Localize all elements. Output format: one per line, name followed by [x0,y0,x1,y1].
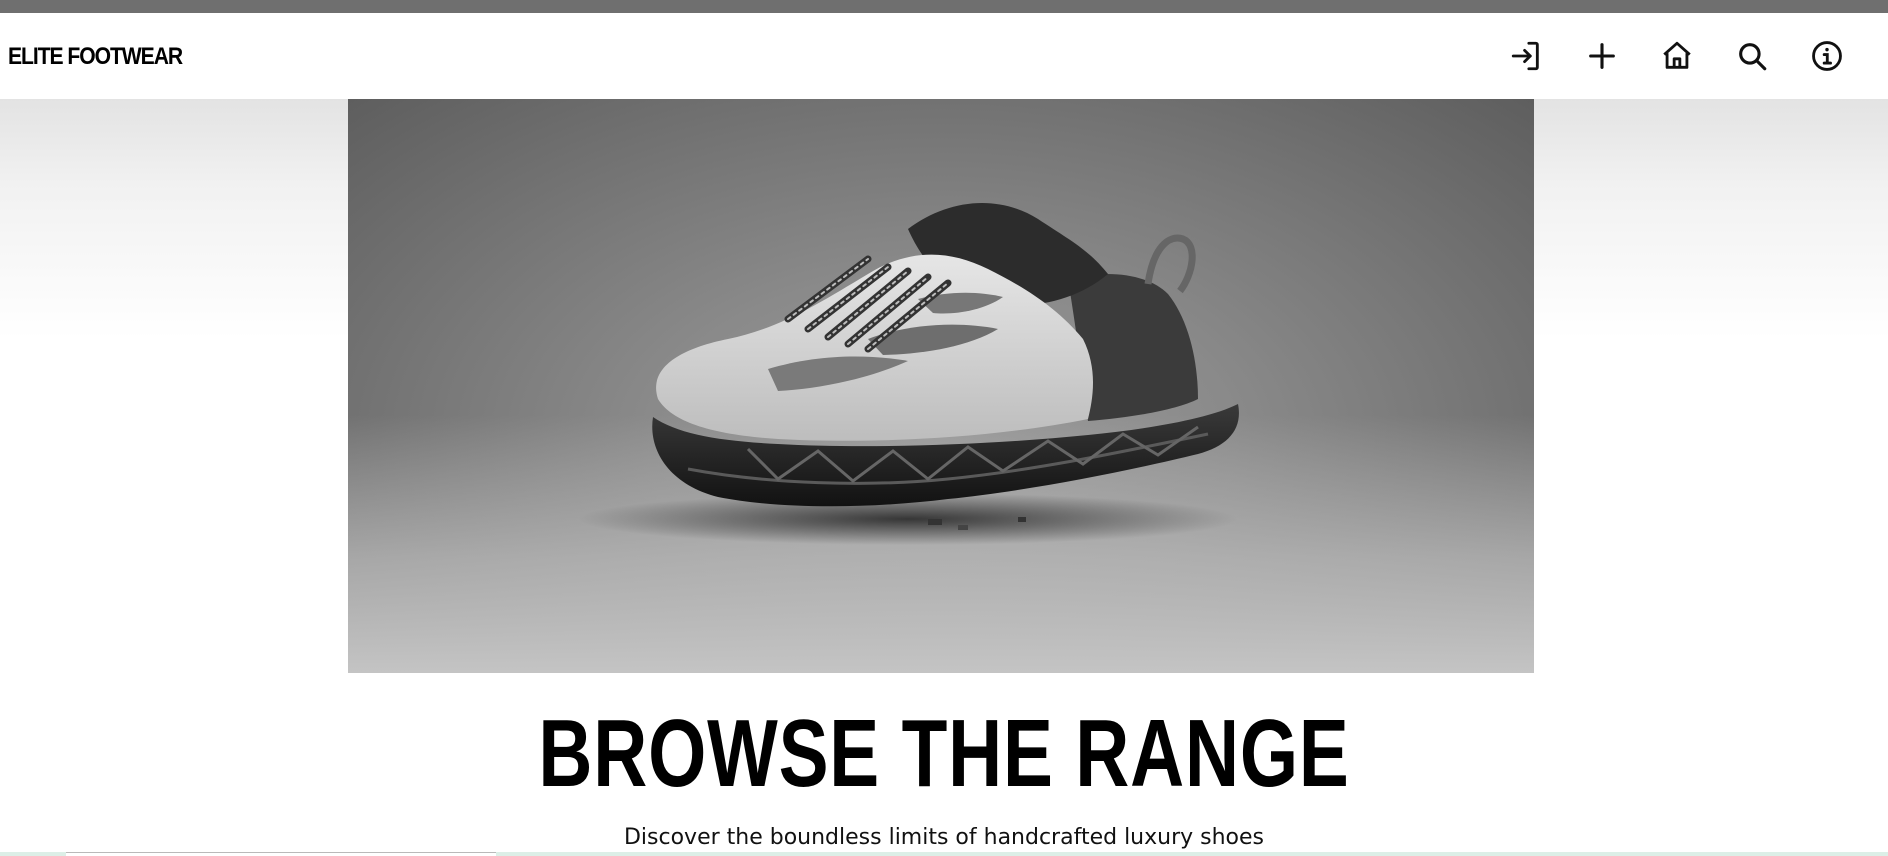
page-subheadline: Discover the boundless limits of handcra… [623,825,1265,850]
shoe-image [578,202,1239,545]
search-icon[interactable] [1732,36,1772,76]
navbar: ELITE FOOTWEAR [0,13,1888,99]
home-icon[interactable] [1657,36,1697,76]
page-headline: BROWSE THE RANGE [538,700,1350,807]
window-top-strip [0,0,1888,13]
plus-icon[interactable] [1582,36,1622,76]
bottom-tab [66,852,496,856]
brand-logo-text[interactable]: ELITE FOOTWEAR [8,43,183,71]
hero-image [348,99,1534,673]
login-icon[interactable] [1506,36,1546,76]
info-icon[interactable] [1807,36,1847,76]
